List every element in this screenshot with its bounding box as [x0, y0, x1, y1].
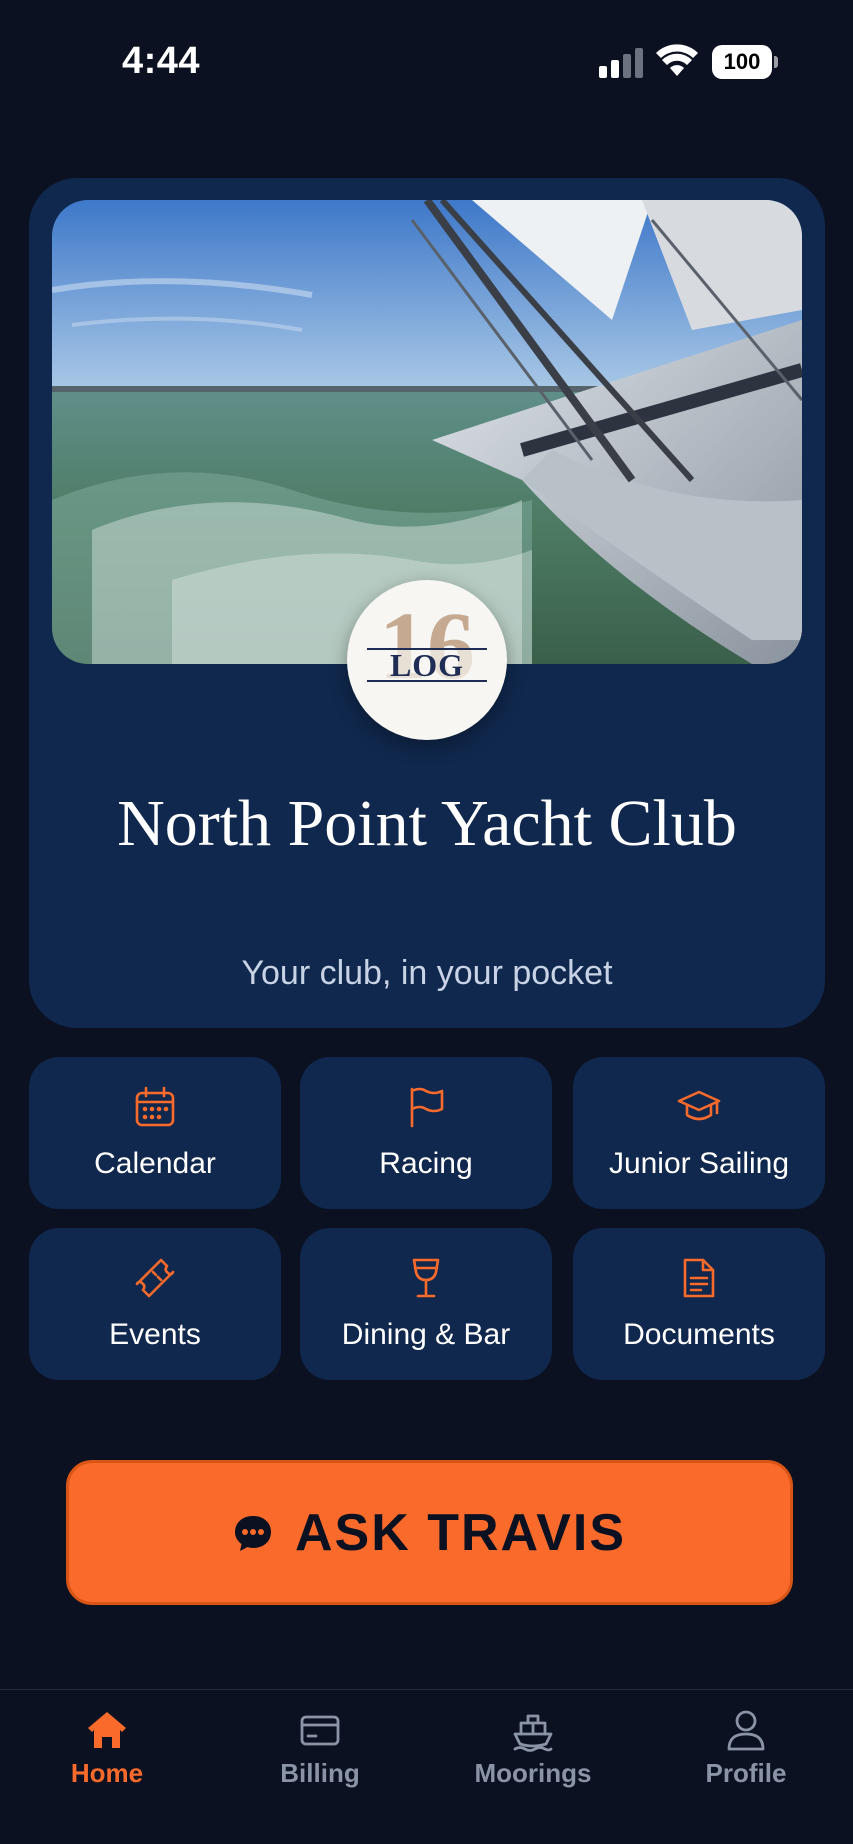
- tile-label: Events: [109, 1318, 201, 1351]
- tab-label: Home: [70, 1758, 144, 1788]
- tab-label: Billing: [280, 1758, 360, 1788]
- tab-home[interactable]: Home: [7, 1708, 207, 1818]
- document-icon: [677, 1256, 721, 1300]
- tile-junior-sailing[interactable]: Junior Sailing: [573, 1057, 825, 1209]
- tile-label: Dining & Bar: [341, 1318, 511, 1351]
- calendar-icon: [133, 1085, 177, 1129]
- tile-calendar[interactable]: Calendar: [29, 1057, 281, 1209]
- ticket-icon: [133, 1256, 177, 1300]
- credit-card-icon: [298, 1708, 342, 1752]
- club-tagline: Your club, in your pocket: [241, 954, 613, 992]
- battery-level: 100: [712, 45, 772, 79]
- ask-travis-label: ASK TRAVIS: [294, 1503, 627, 1562]
- cellular-signal-icon: [599, 48, 643, 78]
- status-time: 4:44: [122, 40, 201, 82]
- boat-icon: [511, 1708, 555, 1752]
- tile-label: Calendar: [94, 1147, 216, 1180]
- graduation-cap-icon: [677, 1085, 721, 1129]
- wine-glass-icon: [404, 1256, 448, 1300]
- tile-label: Junior Sailing: [608, 1147, 790, 1180]
- tab-billing[interactable]: Billing: [220, 1708, 420, 1818]
- club-hero-card: 16 LOG North Point Yacht Club Your club,…: [29, 178, 825, 1028]
- tab-label: Moorings: [474, 1758, 592, 1788]
- home-icon: [85, 1708, 129, 1752]
- tile-racing[interactable]: Racing: [300, 1057, 552, 1209]
- tab-moorings[interactable]: Moorings: [433, 1708, 633, 1818]
- tab-profile[interactable]: Profile: [646, 1708, 846, 1818]
- wifi-icon: [656, 44, 698, 76]
- tile-label: Documents: [623, 1318, 775, 1351]
- home-screen: 4:44 100 16 LOG North Point Yacht Club Y…: [0, 0, 853, 1844]
- tile-events[interactable]: Events: [29, 1228, 281, 1380]
- flag-icon: [404, 1085, 448, 1129]
- club-logo: 16 LOG: [347, 580, 507, 740]
- ask-travis-button[interactable]: ASK TRAVIS: [66, 1460, 793, 1605]
- club-logo-text: LOG: [367, 648, 487, 682]
- tile-documents[interactable]: Documents: [573, 1228, 825, 1380]
- chat-bubble-icon: [233, 1513, 273, 1553]
- person-icon: [724, 1708, 768, 1752]
- bottom-tab-bar: Home Billing Moorings Profile: [0, 1689, 853, 1844]
- status-bar: 4:44 100: [0, 0, 853, 120]
- tab-label: Profile: [705, 1758, 787, 1788]
- battery-icon: 100: [712, 45, 778, 79]
- club-name: North Point Yacht Club: [117, 787, 737, 860]
- tile-label: Racing: [379, 1147, 473, 1180]
- tile-dining-bar[interactable]: Dining & Bar: [300, 1228, 552, 1380]
